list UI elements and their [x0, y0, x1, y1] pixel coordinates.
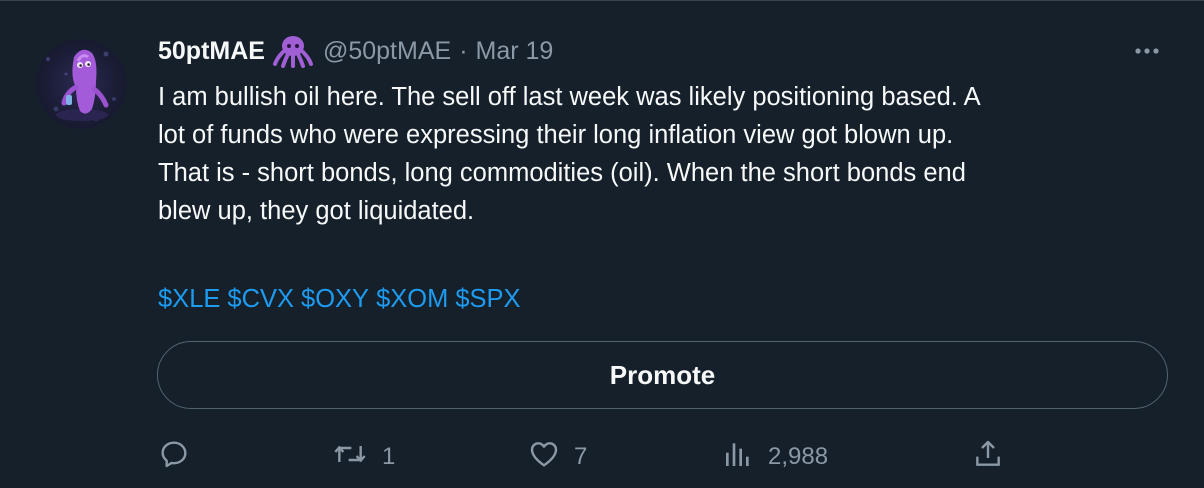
tweet-header: 50ptMAE @50ptMAE · Mar 19 — [158, 33, 1164, 69]
tweet-date[interactable]: Mar 19 — [476, 37, 554, 66]
share-icon — [972, 438, 1004, 477]
like-count: 7 — [574, 443, 588, 470]
ticker-list: $XLE $CVX $OXY $XOM $SPX — [158, 280, 521, 318]
avatar[interactable] — [36, 39, 126, 129]
handle[interactable]: @50ptMAE — [323, 37, 451, 66]
ticker-link[interactable]: $CVX — [227, 280, 294, 318]
promote-button[interactable]: Promote — [157, 341, 1168, 409]
display-name[interactable]: 50ptMAE — [158, 37, 265, 66]
like-button[interactable]: 7 — [528, 437, 587, 477]
retweet-icon — [332, 438, 368, 477]
tweet: 50ptMAE @50ptMAE · Mar 19 I am bullish o… — [0, 0, 1204, 488]
ticker-link[interactable]: $OXY — [301, 280, 369, 318]
action-bar: 1 7 2,988 — [158, 437, 1168, 477]
share-button[interactable] — [972, 437, 1004, 477]
views-button[interactable]: 2,988 — [722, 437, 828, 477]
ticker-link[interactable]: $SPX — [455, 280, 520, 318]
heart-icon — [528, 438, 560, 477]
views-icon — [722, 438, 754, 477]
ticker-link[interactable]: $XLE — [158, 280, 220, 318]
more-icon[interactable] — [1130, 37, 1164, 65]
octopus-icon — [272, 34, 313, 68]
avatar-image — [46, 49, 116, 121]
tweet-text: I am bullish oil here. The sell off last… — [158, 83, 981, 225]
retweet-count: 1 — [382, 443, 396, 470]
reply-icon — [158, 438, 190, 477]
header-separator: · — [459, 36, 468, 65]
views-count: 2,988 — [768, 443, 829, 470]
promote-label: Promote — [609, 359, 716, 390]
reply-button[interactable] — [158, 437, 204, 477]
ticker-link[interactable]: $XOM — [376, 280, 448, 318]
retweet-button[interactable]: 1 — [332, 437, 395, 477]
